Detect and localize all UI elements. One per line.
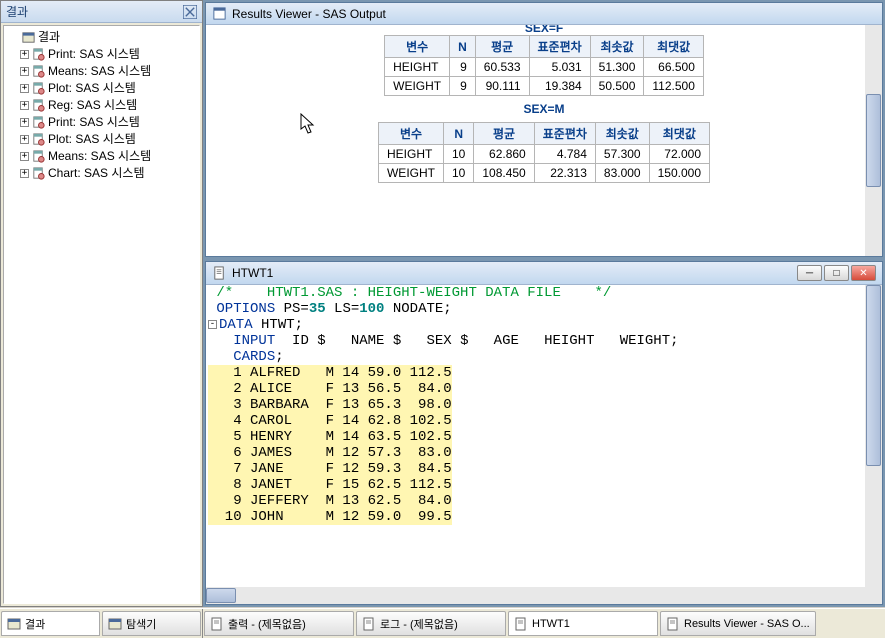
sidebar-tab[interactable]: 탐색기 (102, 611, 201, 636)
tab-icon (7, 617, 21, 631)
expand-icon[interactable]: + (20, 84, 29, 93)
results-sidebar: 결과 결과 + Print: SAS 시스템 + Means: SAS 시스템 + Plo… (0, 0, 203, 607)
mdi-area: Results Viewer - SAS Output SEX=F 변수N평균표… (203, 0, 885, 607)
table-header: 최댓값 (649, 123, 709, 145)
table-header: 평균 (474, 123, 534, 145)
tree-item[interactable]: + Print: SAS 시스템 (6, 46, 197, 63)
sidebar-title-text: 결과 (6, 3, 28, 20)
tab-icon (210, 617, 224, 631)
table-header: N (450, 36, 476, 58)
results-viewer-titlebar[interactable]: Results Viewer - SAS Output (206, 3, 882, 25)
tab-label: Results Viewer - SAS O... (684, 618, 810, 630)
expand-icon[interactable]: + (20, 101, 29, 110)
table-header: 표준편차 (534, 123, 595, 145)
tab-icon (362, 617, 376, 631)
results-root-icon (21, 30, 36, 45)
table-header: N (443, 123, 473, 145)
editor-vscrollbar[interactable] (865, 285, 882, 587)
maximize-button[interactable]: □ (824, 265, 849, 281)
sidebar-titlebar: 결과 (1, 1, 202, 23)
output-item-icon (31, 132, 46, 147)
tree-item-label: Plot: SAS 시스템 (48, 80, 136, 97)
taskbar: 결과 탐색기 출력 - (제목없음) 로그 - (제목없음) HTWT1 Results… (0, 608, 885, 638)
tab-label: HTWT1 (532, 618, 570, 630)
tree-item-label: Means: SAS 시스템 (48, 148, 151, 165)
sidebar-close-icon[interactable] (183, 6, 197, 18)
tree-item-label: Print: SAS 시스템 (48, 114, 140, 131)
output-item-icon (31, 64, 46, 79)
table-header: 최댓값 (644, 36, 704, 58)
output-item-icon (31, 115, 46, 130)
tab-icon (514, 617, 528, 631)
tree-item[interactable]: + Chart: SAS 시스템 (6, 165, 197, 182)
tree-item[interactable]: + Plot: SAS 시스템 (6, 131, 197, 148)
tab-label: 출력 - (제목없음) (228, 616, 306, 632)
table-header: 최솟값 (595, 123, 649, 145)
table-row: HEIGHT960.5335.03151.30066.500 (385, 58, 704, 77)
table-row: WEIGHT10108.45022.31383.000150.000 (378, 164, 709, 183)
editor-file-icon (212, 266, 227, 281)
table-row: WEIGHT990.11119.38450.500112.500 (385, 77, 704, 96)
table-header: 평균 (475, 36, 529, 58)
results-viewer-title: Results Viewer - SAS Output (232, 7, 386, 21)
results-tree[interactable]: 결과 + Print: SAS 시스템 + Means: SAS 시스템 + Plot: … (3, 25, 200, 604)
stats-table-f: 변수N평균표준편차최솟값최댓값 HEIGHT960.5335.03151.300… (384, 35, 704, 96)
results-viewer-window: Results Viewer - SAS Output SEX=F 변수N평균표… (205, 2, 883, 257)
tree-item[interactable]: + Reg: SAS 시스템 (6, 97, 197, 114)
output-item-icon (31, 149, 46, 164)
expand-icon[interactable]: + (20, 50, 29, 59)
close-button[interactable]: ✕ (851, 265, 876, 281)
window-tab[interactable]: 출력 - (제목없음) (204, 611, 354, 636)
window-tab[interactable]: HTWT1 (508, 611, 658, 636)
expand-icon[interactable]: + (20, 135, 29, 144)
results-viewer-body: SEX=F 변수N평균표준편차최솟값최댓값 HEIGHT960.5335.031… (206, 25, 882, 256)
tree-root-label: 결과 (38, 29, 60, 46)
tree-item-label: Chart: SAS 시스템 (48, 165, 144, 182)
tab-icon (666, 617, 680, 631)
editor-window: HTWT1 ─ □ ✕ /* HTWT1.SAS : HEIGHT-WEIGHT… (205, 261, 883, 605)
tree-item-label: Reg: SAS 시스템 (48, 97, 137, 114)
expand-icon[interactable]: + (20, 152, 29, 161)
tree-item[interactable]: + Means: SAS 시스템 (6, 148, 197, 165)
table-row: HEIGHT1062.8604.78457.30072.000 (378, 145, 709, 164)
tab-icon (108, 617, 122, 631)
window-tab[interactable]: 로그 - (제목없음) (356, 611, 506, 636)
table-header: 변수 (385, 36, 450, 58)
expand-icon[interactable]: + (20, 118, 29, 127)
tree-root[interactable]: 결과 (6, 29, 197, 46)
table-header: 표준편차 (529, 36, 590, 58)
tab-label: 결과 (25, 616, 45, 632)
tree-item[interactable]: + Means: SAS 시스템 (6, 63, 197, 80)
tree-item-label: Print: SAS 시스템 (48, 46, 140, 63)
sidebar-tab[interactable]: 결과 (1, 611, 100, 636)
table-header: 변수 (378, 123, 443, 145)
tab-label: 로그 - (제목없음) (380, 616, 458, 632)
expand-icon[interactable]: + (20, 169, 29, 178)
tree-item-label: Plot: SAS 시스템 (48, 131, 136, 148)
tree-item-label: Means: SAS 시스템 (48, 63, 151, 80)
editor-body[interactable]: /* HTWT1.SAS : HEIGHT-WEIGHT DATA FILE *… (206, 285, 882, 604)
tree-item[interactable]: + Plot: SAS 시스템 (6, 80, 197, 97)
results-viewer-icon (212, 6, 227, 21)
fold-icon[interactable]: - (208, 320, 217, 329)
stats-table-m: 변수N평균표준편차최솟값최댓값 HEIGHT1062.8604.78457.30… (378, 122, 710, 183)
expand-icon[interactable]: + (20, 67, 29, 76)
minimize-button[interactable]: ─ (797, 265, 822, 281)
results-scrollbar[interactable] (865, 25, 882, 256)
output-item-icon (31, 81, 46, 96)
group-label-m: SEX=M (216, 102, 872, 116)
table-header: 최솟값 (590, 36, 644, 58)
window-tab[interactable]: Results Viewer - SAS O... (660, 611, 816, 636)
editor-titlebar[interactable]: HTWT1 ─ □ ✕ (206, 262, 882, 285)
tab-label: 탐색기 (126, 616, 156, 632)
editor-hscrollbar[interactable] (206, 587, 865, 604)
output-item-icon (31, 47, 46, 62)
output-item-icon (31, 98, 46, 113)
editor-title: HTWT1 (232, 266, 273, 280)
tree-item[interactable]: + Print: SAS 시스템 (6, 114, 197, 131)
output-item-icon (31, 166, 46, 181)
